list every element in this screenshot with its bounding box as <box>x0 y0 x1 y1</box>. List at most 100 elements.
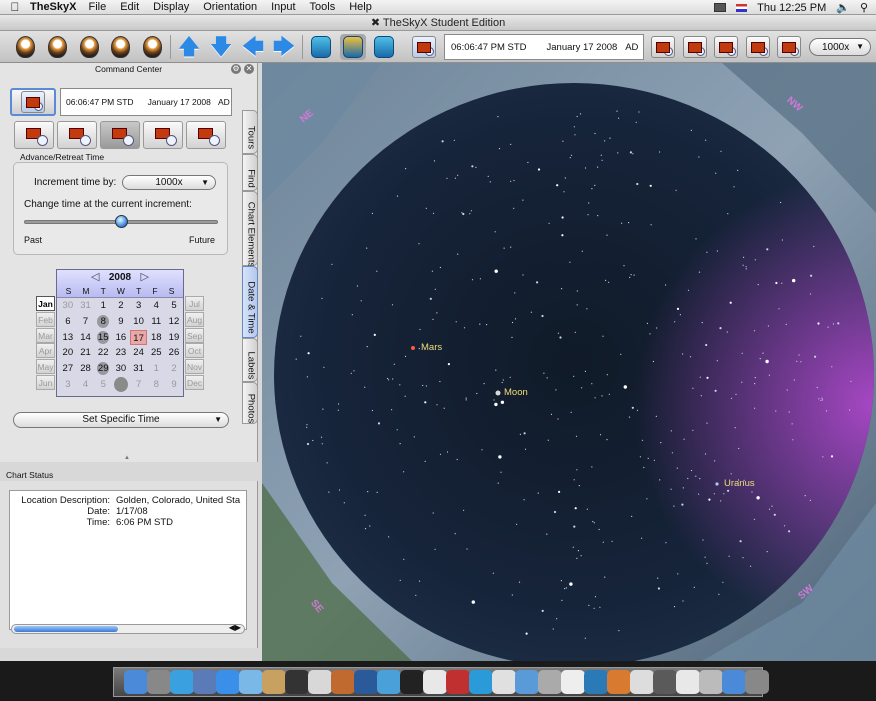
menu-input[interactable]: Input <box>271 1 295 13</box>
calendar-day[interactable]: 30 <box>59 298 77 314</box>
dock-app-icon[interactable] <box>354 670 378 694</box>
month-button-nov[interactable]: Nov <box>185 359 204 375</box>
calendar-day[interactable]: 12 <box>165 314 183 330</box>
flag-icon[interactable] <box>736 3 748 12</box>
calendar-day[interactable]: 28 <box>77 361 95 377</box>
observer-east-button[interactable] <box>44 34 70 60</box>
calendar-day[interactable]: 16 <box>112 330 130 346</box>
month-button-mar[interactable]: Mar <box>36 327 55 343</box>
calendar-day[interactable]: 2 <box>165 361 183 377</box>
menubar-clock[interactable]: Thu 12:25 PM <box>757 2 826 14</box>
calendar-day[interactable]: 3 <box>130 298 148 314</box>
toolbar-time-display[interactable]: 06:06:47 PM STD January 17 2008 AD <box>444 34 644 60</box>
calendar-day[interactable]: 4 <box>147 298 165 314</box>
go-backward-fast-button[interactable] <box>650 34 676 60</box>
calendar-day[interactable]: 26 <box>165 345 183 361</box>
next-year-icon[interactable]: ▷ <box>141 270 149 283</box>
dock-app-icon[interactable] <box>515 670 539 694</box>
dock-app-icon[interactable] <box>492 670 516 694</box>
mars-marker[interactable] <box>411 346 415 350</box>
calendar-day[interactable]: 20 <box>59 345 77 361</box>
calendar-day[interactable]: 29 <box>94 361 112 377</box>
use-computer-clock-button[interactable] <box>411 34 437 60</box>
calendar-day[interactable]: 8 <box>94 314 112 330</box>
calendar-day[interactable]: 10 <box>130 314 148 330</box>
dock-app-icon[interactable] <box>400 670 424 694</box>
dock-app-icon[interactable] <box>722 670 746 694</box>
date-time-display[interactable]: 06:06:47 PM STD January 17 2008 AD <box>60 88 232 116</box>
go-backward-button[interactable] <box>682 34 708 60</box>
calendar-day[interactable]: 8 <box>147 377 165 393</box>
dock-app-icon[interactable] <box>285 670 309 694</box>
zoom-out-button[interactable] <box>371 34 397 60</box>
dock-app-icon[interactable] <box>331 670 355 694</box>
calendar-day[interactable]: 9 <box>112 314 130 330</box>
dock-app-icon[interactable] <box>216 670 240 694</box>
menu-help[interactable]: Help <box>349 1 372 13</box>
calendar-day[interactable]: 5 <box>165 298 183 314</box>
zoom-in-button[interactable] <box>308 34 334 60</box>
fast-forward-button[interactable] <box>186 121 226 149</box>
scroll-right-button[interactable]: 🡆 <box>271 34 297 60</box>
use-computer-clock-button[interactable] <box>10 88 56 116</box>
menu-file[interactable]: File <box>88 1 106 13</box>
calendar-day[interactable]: 9 <box>165 377 183 393</box>
time-increment-select[interactable]: 1000x ▼ <box>809 38 871 56</box>
dock-app-icon[interactable] <box>446 670 470 694</box>
dock-app-icon[interactable] <box>308 670 332 694</box>
tab-photos[interactable]: Photos <box>242 382 258 424</box>
scroll-up-button[interactable]: 🡅 <box>176 34 202 60</box>
menu-display[interactable]: Display <box>153 1 189 13</box>
menu-orientation[interactable]: Orientation <box>203 1 257 13</box>
dock-app-icon[interactable] <box>423 670 447 694</box>
calendar-day[interactable] <box>112 376 130 393</box>
dock-app-icon[interactable] <box>561 670 585 694</box>
calendar-day[interactable]: 31 <box>130 361 148 377</box>
calendar-day[interactable]: 30 <box>112 361 130 377</box>
month-button-jan[interactable]: Jan <box>36 296 55 311</box>
calendar-day[interactable]: 1 <box>94 298 112 314</box>
calendar-day[interactable]: 7 <box>130 377 148 393</box>
observer-north-button[interactable] <box>12 34 38 60</box>
month-button-sep[interactable]: Sep <box>185 327 204 343</box>
dock-app-icon[interactable] <box>745 670 769 694</box>
zoom-mid-button[interactable] <box>340 34 366 60</box>
set-specific-time-select[interactable]: Set Specific Time ▼ <box>13 412 229 428</box>
month-button-may[interactable]: May <box>36 359 55 375</box>
observer-zenith-button[interactable] <box>139 34 165 60</box>
calendar-day[interactable]: 17 <box>129 329 148 346</box>
moon-label[interactable]: Moon <box>504 387 528 398</box>
calendar-day[interactable]: 15 <box>94 330 112 346</box>
go-forward-button[interactable] <box>745 34 771 60</box>
dock-app-icon[interactable] <box>469 670 493 694</box>
go-forward-fast-button[interactable] <box>776 34 802 60</box>
sky-chart[interactable]: Mars Moon Uranus NE NW SE SW <box>262 63 876 661</box>
calendar-day[interactable]: 21 <box>77 345 95 361</box>
display-icon[interactable] <box>714 3 727 12</box>
apple-menu-icon[interactable]:  <box>0 0 30 14</box>
calendar-day[interactable]: 11 <box>147 314 165 330</box>
app-menu[interactable]: TheSkyX <box>30 1 76 13</box>
scroll-arrows-icon[interactable]: ◀▶ <box>229 623 241 632</box>
time-slider-thumb[interactable] <box>115 215 128 228</box>
stop-button[interactable] <box>100 121 140 149</box>
dock-app-icon[interactable] <box>262 670 286 694</box>
dock-app-icon[interactable] <box>699 670 723 694</box>
calendar-day[interactable]: 3 <box>59 377 77 393</box>
calendar-day[interactable]: 4 <box>77 377 95 393</box>
dock-app-icon[interactable] <box>584 670 608 694</box>
calendar-day[interactable]: 1 <box>147 361 165 377</box>
month-button-aug[interactable]: Aug <box>185 311 204 327</box>
increment-select[interactable]: 1000x ▼ <box>122 175 216 190</box>
dock-app-icon[interactable] <box>676 670 700 694</box>
dock-app-icon[interactable] <box>538 670 562 694</box>
volume-icon[interactable]: 🔈 <box>836 1 850 14</box>
month-button-jun[interactable]: Jun <box>36 375 55 390</box>
calendar-day[interactable]: 6 <box>59 314 77 330</box>
calendar-day[interactable]: 5 <box>94 377 112 393</box>
dock-app-icon[interactable] <box>147 670 171 694</box>
observer-south-button[interactable] <box>76 34 102 60</box>
calendar-day[interactable]: 22 <box>94 345 112 361</box>
status-horizontal-scrollbar[interactable]: ◀▶ <box>11 623 245 634</box>
calendar-day[interactable]: 23 <box>112 345 130 361</box>
